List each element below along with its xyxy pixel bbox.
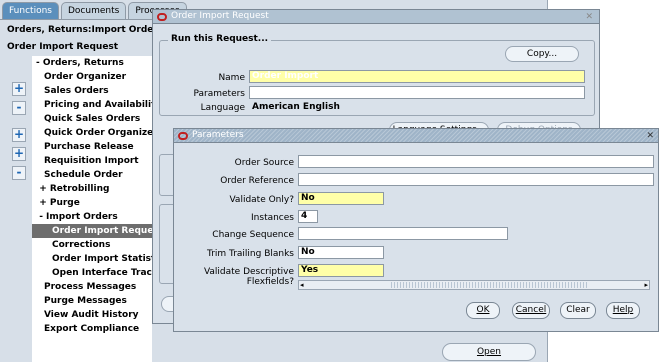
run-request-label: Run this Request... — [168, 34, 272, 44]
tree-item[interactable]: Quick Order Organizer — [32, 126, 152, 140]
tree-item[interactable]: Requisition Import — [32, 154, 152, 168]
name-field[interactable]: Order Import — [249, 70, 585, 83]
tree-item[interactable]: Schedule Order — [32, 168, 152, 182]
collapse-button[interactable]: - — [12, 101, 26, 115]
validate-only-field[interactable]: No — [298, 192, 384, 205]
name-label: Name — [218, 73, 245, 83]
parameters-field[interactable] — [249, 86, 585, 99]
instances-label: Instances — [251, 213, 294, 223]
parameters-titlebar[interactable]: Parameters ✕ — [174, 129, 658, 143]
parameters-label: Parameters — [193, 89, 245, 99]
order-source-field[interactable] — [298, 155, 654, 168]
tree-item[interactable]: Order Import Statistics — [32, 252, 152, 266]
change-sequence-label: Change Sequence — [212, 230, 294, 240]
tree-item-selected[interactable]: Order Import Request — [32, 224, 152, 238]
tree-item[interactable]: Process Messages — [32, 280, 152, 294]
validate-dff-label: Validate Descriptive Flexfields? — [203, 267, 294, 287]
parameters-window: Parameters ✕ Order Source Order Referenc… — [173, 128, 659, 332]
request-titlebar[interactable]: Order Import Request ✕ — [153, 10, 599, 24]
request-window-title: Order Import Request — [171, 11, 269, 21]
ok-button[interactable]: OK — [466, 302, 500, 319]
tree-item[interactable]: - Import Orders — [32, 210, 152, 224]
clear-button[interactable]: Clear — [560, 302, 596, 319]
tree-item[interactable]: + Retrobilling — [32, 182, 152, 196]
navigator-title: Order Import Request — [7, 42, 119, 52]
expand-all-button[interactable]: + — [12, 147, 26, 161]
trim-trailing-blanks-label: Trim Trailing Blanks — [207, 249, 294, 259]
language-value: American English — [249, 101, 585, 114]
help-button[interactable]: Help — [606, 302, 640, 319]
collapse-all-button[interactable]: - — [12, 166, 26, 180]
tree-item[interactable]: Corrections — [32, 238, 152, 252]
function-tree: - Orders, Returns Order Organizer Sales Or… — [32, 56, 152, 362]
oracle-icon — [157, 12, 167, 21]
tree-item[interactable]: Sales Orders — [32, 84, 152, 98]
tree-item[interactable]: - Orders, Returns — [32, 56, 152, 70]
copy-button[interactable]: Copy... — [505, 46, 579, 62]
expand-button[interactable]: + — [12, 82, 26, 96]
tree-item[interactable]: Export Compliance — [32, 322, 152, 336]
order-reference-label: Order Reference — [220, 176, 294, 186]
order-reference-field[interactable] — [298, 173, 654, 186]
tree-item[interactable]: Purchase Release — [32, 140, 152, 154]
scrollbar-thumb[interactable] — [391, 282, 589, 288]
horizontal-scrollbar[interactable]: ◂ ▸ — [298, 280, 650, 290]
change-sequence-field[interactable] — [298, 227, 508, 240]
validate-only-label: Validate Only? — [229, 195, 294, 205]
scroll-left-icon[interactable]: ◂ — [300, 281, 304, 289]
order-source-label: Order Source — [234, 158, 294, 168]
tree-item[interactable]: Order Organizer — [32, 70, 152, 84]
instances-field[interactable]: 4 — [298, 210, 318, 223]
expand-branch-button[interactable]: + — [12, 128, 26, 142]
tree-item[interactable]: View Audit History — [32, 308, 152, 322]
tree-item[interactable]: Open Interface Tracking — [32, 266, 152, 280]
tree-item[interactable]: Quick Sales Orders — [32, 112, 152, 126]
tab-functions[interactable]: Functions — [2, 2, 59, 20]
trim-trailing-blanks-field[interactable]: No — [298, 246, 384, 259]
cancel-button[interactable]: Cancel — [512, 302, 550, 319]
open-button[interactable]: Open — [442, 343, 536, 361]
scroll-right-icon[interactable]: ▸ — [644, 281, 648, 289]
tree-item[interactable]: Pricing and Availability — [32, 98, 152, 112]
language-label: Language — [200, 103, 245, 113]
parameters-window-title: Parameters — [192, 130, 244, 140]
validate-dff-field[interactable]: Yes — [298, 264, 384, 277]
close-icon[interactable]: ✕ — [585, 11, 593, 24]
tab-documents[interactable]: Documents — [60, 2, 127, 20]
tree-item[interactable]: Purge Messages — [32, 294, 152, 308]
tree-item[interactable]: + Purge — [32, 196, 152, 210]
oracle-icon — [178, 131, 188, 140]
close-icon[interactable]: ✕ — [646, 130, 654, 143]
